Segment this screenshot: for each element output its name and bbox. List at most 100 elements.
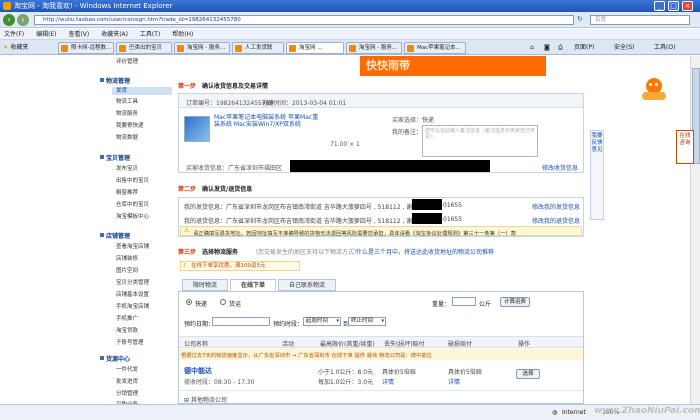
feedback-button[interactable]: 我要反馈意见 xyxy=(590,130,604,220)
menu-help[interactable]: 帮助(H) xyxy=(172,31,193,38)
tab-bar: ★ 收藏夹 照卡网-远程数... 巴类出的宝贝 淘宝网 - 服务... 人工发货… xyxy=(0,40,700,55)
print-icon[interactable]: ⎙ xyxy=(558,43,563,53)
buyer-choice: 买家选择：快递 xyxy=(392,117,435,124)
order-number: 订单编号：198264132455780 xyxy=(186,100,274,107)
tab-7[interactable]: Mac苹果笔记本... xyxy=(404,42,466,54)
radio-freight[interactable] xyxy=(220,299,226,305)
online-consult-button[interactable]: 在线咨询 xyxy=(676,130,694,164)
weight-input[interactable] xyxy=(452,297,476,306)
feed-icon[interactable]: ◙ xyxy=(544,43,550,53)
home-icon[interactable]: ⌂ xyxy=(530,43,534,53)
calc-freight-button[interactable]: 计算运费 xyxy=(500,297,530,307)
address-input[interactable]: http://wuliu.taobao.com/user/consign.htm… xyxy=(34,15,574,25)
page-menu[interactable]: 页面(P) xyxy=(574,43,594,53)
sidebar-item-dropship[interactable]: 一件代发 xyxy=(116,366,172,374)
sidebar-item-view-shop[interactable]: 查看淘宝店铺 xyxy=(116,243,172,251)
sidebar-item-logistics-service[interactable]: 物流服务 xyxy=(116,110,172,118)
search-input[interactable]: 百度 xyxy=(590,15,690,25)
back-button[interactable]: ‹ xyxy=(3,14,15,26)
sidebar-category-sourcing: 货源中心 xyxy=(99,355,131,363)
watermark: www.ZhaoNiuPai.com xyxy=(594,406,700,416)
minimize-button[interactable]: _ xyxy=(654,1,665,11)
sidebar-item-settings[interactable]: 店铺基本设置 xyxy=(116,291,172,299)
weight-label: 重量： xyxy=(432,301,451,308)
tab-2[interactable]: 巴类出的宝贝 xyxy=(116,42,172,54)
return-phone-tail: 01655 xyxy=(443,216,463,223)
sidebar-item-mobile-promo[interactable]: 手机推广 xyxy=(116,315,172,323)
col-price: 最高限价(首重/续重) xyxy=(320,341,375,348)
choose-button[interactable]: 选择 xyxy=(516,369,540,379)
memo-label: 我的备注： xyxy=(392,129,423,136)
tools-menu[interactable]: 工具(O) xyxy=(654,43,675,53)
product-title-link[interactable]: Mac苹果笔记本电脑装系统 苹果Mac重装系统 Mac安装Win7/XP双系统 xyxy=(214,114,324,128)
mascot-eye xyxy=(655,83,658,86)
page-scrollbar[interactable] xyxy=(690,56,700,404)
maximize-button[interactable]: □ xyxy=(668,1,679,11)
bell-icon: ♪ xyxy=(183,263,187,269)
sidebar-item-send-express[interactable]: 我要寄快递 xyxy=(116,122,172,130)
safety-menu[interactable]: 安全(S) xyxy=(614,43,635,53)
sidebar-category-logistics: 物流管理 xyxy=(99,77,131,85)
company-name-link[interactable]: 德中能达 xyxy=(184,366,212,376)
sidebar-item-ship[interactable]: 发货 xyxy=(112,87,172,95)
tab-favicon-icon xyxy=(119,44,126,52)
sidebar-item-distribution[interactable]: 分销管理 xyxy=(116,390,172,398)
tab-1[interactable]: 照卡网-远程数... xyxy=(58,42,114,54)
close-icon[interactable]: × xyxy=(682,1,693,11)
step3-note: （您交易发生的地区支持以下物流方式） xyxy=(252,249,361,256)
weight-unit: 公斤 xyxy=(479,301,492,308)
break-detail-link[interactable]: 详情 xyxy=(448,377,460,386)
promo-strip[interactable]: ♪ 在线下单享优惠，满100返5元 xyxy=(180,261,300,271)
sidebar-item-publish[interactable]: 发布宝贝 xyxy=(116,165,172,173)
sidebar-item-warehouse[interactable]: 仓库中的宝贝 xyxy=(116,201,172,209)
seller-sidebar xyxy=(0,56,172,404)
sidebar-item-mobile-shop[interactable]: 手机淘宝店铺 xyxy=(116,303,172,311)
mascot-icon[interactable] xyxy=(640,78,668,102)
date-input[interactable] xyxy=(212,317,270,326)
refresh-icon[interactable]: ↻ xyxy=(577,15,583,23)
sidebar-item-templates[interactable]: 淘宝模板中心 xyxy=(116,213,172,221)
sidebar-item-subaccounts[interactable]: 子账号管理 xyxy=(116,339,172,347)
forward-button[interactable]: › xyxy=(17,14,29,26)
menu-edit[interactable]: 编辑(E) xyxy=(36,31,56,38)
tab-4[interactable]: 人工发货联 xyxy=(232,42,284,54)
product-thumbnail[interactable] xyxy=(184,116,210,142)
tab-self-contact[interactable]: 自己联系物流 xyxy=(278,279,336,291)
sidebar-item-window[interactable]: 橱窗推荐 xyxy=(116,189,172,197)
other-companies-toggle[interactable]: ⊞ 其他物流公司 xyxy=(184,395,227,404)
time-start-select[interactable]: 起始时间 ▾ xyxy=(303,317,341,326)
tab-favicon-icon xyxy=(177,44,184,52)
sidebar-item-images[interactable]: 图片空间 xyxy=(116,267,172,275)
menu-tools[interactable]: 工具(T) xyxy=(140,31,160,38)
sidebar-item-loans[interactable]: 淘宝贷款 xyxy=(116,327,172,335)
time-end-select[interactable]: 终止时间 ▾ xyxy=(348,317,386,326)
tab-online-order[interactable]: 在线下单 xyxy=(230,279,276,291)
lost-detail-link[interactable]: 详情 xyxy=(382,377,394,386)
menu-file[interactable]: 文件(F) xyxy=(4,31,24,38)
tab-5-active[interactable]: 淘宝网 ... xyxy=(286,42,344,54)
favorites-button[interactable]: ★ 收藏夹 xyxy=(3,42,28,53)
radio-freight-label: 货运 xyxy=(229,301,242,308)
sidebar-item-wholesale[interactable]: 批发进货 xyxy=(116,378,172,386)
modify-address-link[interactable]: 修改收货信息 xyxy=(542,163,578,172)
promo-banner[interactable]: 快快雨带 xyxy=(360,56,546,76)
menu-view[interactable]: 查看(V) xyxy=(68,31,89,38)
speed-notice-text: 根据过去7天的物流速度显示，从广东省深圳市 → 广东省深圳市 在线下单 提供 最… xyxy=(181,353,432,359)
modify-return-link[interactable]: 修改我的退货信息 xyxy=(532,216,580,225)
sidebar-item-categories[interactable]: 宝贝分类管理 xyxy=(116,279,172,287)
sidebar-item-on-sale[interactable]: 出售中的宝贝 xyxy=(116,177,172,185)
memo-textarea[interactable]: 您可以在此输入备注信息（备注信息仅卖家自己可见）。 xyxy=(422,125,538,157)
radio-express[interactable] xyxy=(186,299,192,305)
tab-3[interactable]: 淘宝网 - 服务... xyxy=(174,42,230,54)
tab-time-limited[interactable]: 限时物流 xyxy=(182,279,228,291)
sidebar-item-logistics-tools[interactable]: 物流工具 xyxy=(116,98,172,106)
tab-6[interactable]: 淘宝网 - 服务... xyxy=(346,42,402,54)
modify-ship-link[interactable]: 修改我的发货信息 xyxy=(532,202,580,211)
sidebar-item-decorate[interactable]: 店铺装修 xyxy=(116,255,172,263)
menu-favorites[interactable]: 收藏夹(A) xyxy=(101,31,128,38)
sidebar-item-review[interactable]: 评价管理 xyxy=(116,58,172,66)
radio-express-label: 快递 xyxy=(195,301,208,308)
recommend-link[interactable]: 什么是三个月中，将送达此收货地址的物流公司推荐 xyxy=(356,247,494,256)
sidebar-item-logistics-data[interactable]: 物流数据 xyxy=(116,134,172,142)
taobao-favicon-icon xyxy=(3,2,11,10)
